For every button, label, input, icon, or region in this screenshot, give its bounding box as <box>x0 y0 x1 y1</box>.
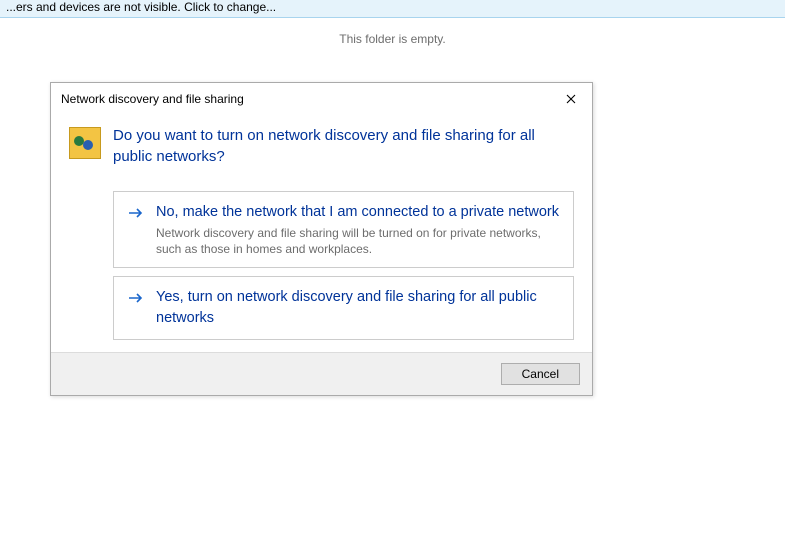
arrow-right-icon <box>128 204 144 222</box>
network-users-icon <box>69 127 101 159</box>
option-title: No, make the network that I am connected… <box>156 202 561 223</box>
dialog-title: Network discovery and file sharing <box>61 92 244 106</box>
option-public-network[interactable]: Yes, turn on network discovery and file … <box>113 276 574 340</box>
question-row: Do you want to turn on network discovery… <box>69 125 574 167</box>
option-description: Network discovery and file sharing will … <box>156 225 561 257</box>
dialog-question: Do you want to turn on network discovery… <box>113 125 574 167</box>
dialog-footer: Cancel <box>51 352 592 395</box>
arrow-right-icon <box>128 289 144 307</box>
option-text: Yes, turn on network discovery and file … <box>156 287 561 329</box>
option-text: No, make the network that I am connected… <box>156 202 561 257</box>
dialog-titlebar: Network discovery and file sharing <box>51 83 592 115</box>
empty-folder-message: This folder is empty. <box>0 32 785 46</box>
dialog-body: Do you want to turn on network discovery… <box>51 115 592 352</box>
close-button[interactable] <box>558 89 584 109</box>
option-title: Yes, turn on network discovery and file … <box>156 287 561 329</box>
network-sharing-dialog: Network discovery and file sharing Do yo… <box>50 82 593 396</box>
option-private-network[interactable]: No, make the network that I am connected… <box>113 191 574 268</box>
close-icon <box>566 94 576 104</box>
cancel-button[interactable]: Cancel <box>501 363 580 385</box>
info-bar[interactable]: ...ers and devices are not visible. Clic… <box>0 0 785 18</box>
